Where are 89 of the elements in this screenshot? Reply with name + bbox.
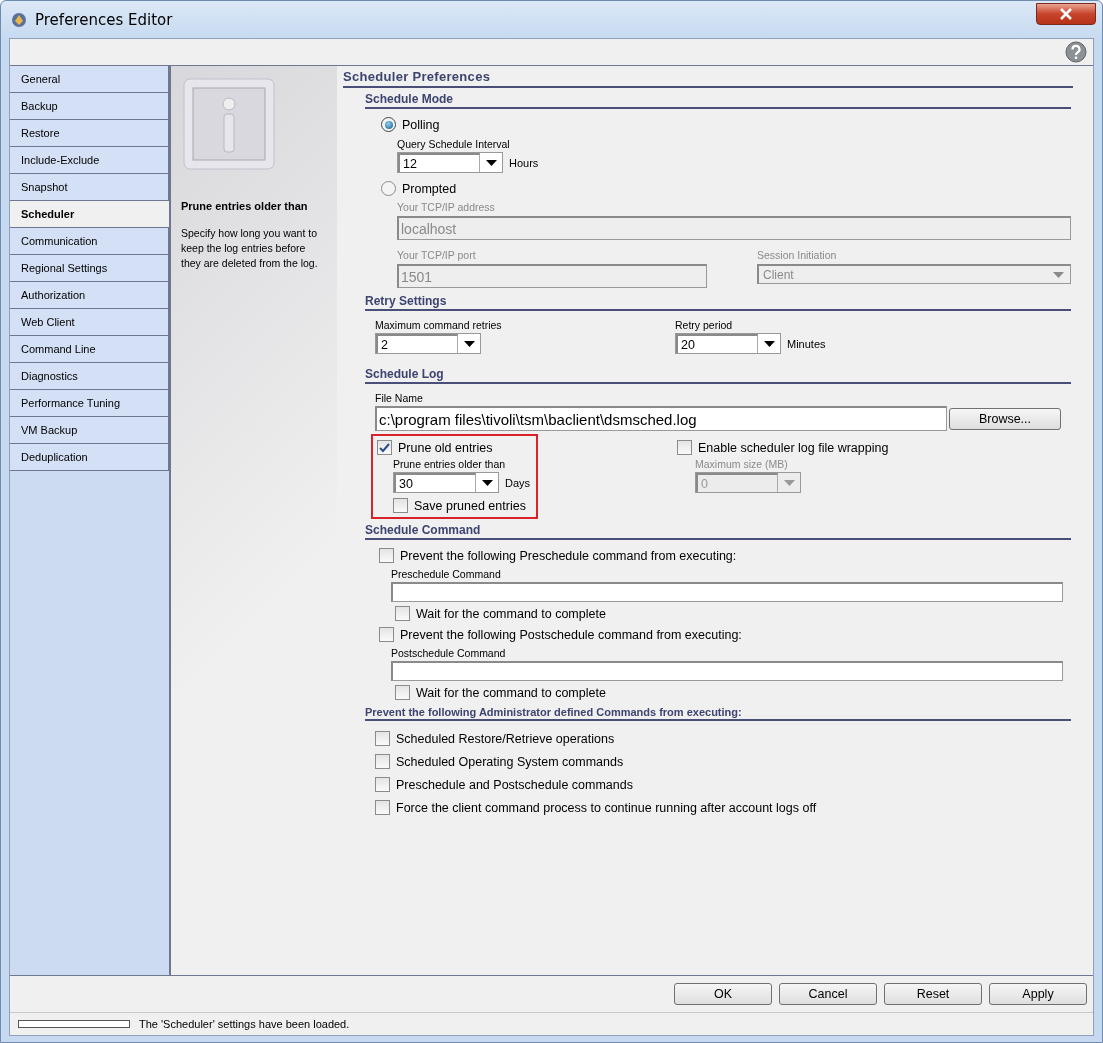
page-title: Scheduler Preferences — [343, 68, 1073, 88]
field-label: File Name — [375, 392, 424, 404]
dropdown[interactable]: 30 — [393, 472, 499, 493]
dialog-button[interactable]: Reset — [884, 983, 982, 1005]
checkbox[interactable] — [393, 498, 408, 513]
dialog-button[interactable]: Apply — [989, 983, 1087, 1005]
sidebar-tab[interactable]: Include-Exclude — [10, 147, 169, 174]
sidebar-tab[interactable]: General — [10, 66, 169, 93]
radio-label: Prompted — [402, 181, 457, 196]
sidebar-tab[interactable]: Snapshot — [10, 174, 169, 201]
section-heading: Schedule Command — [365, 519, 1071, 540]
checkbox-label: Prevent the following Preschedule command from executing: — [400, 548, 737, 563]
section-heading: Schedule Log — [365, 363, 1071, 384]
field-label: Your TCP/IP address — [397, 201, 496, 213]
checkbox-label: Scheduled Operating System commands — [396, 754, 624, 769]
radio-button[interactable] — [381, 181, 396, 196]
dialog-button[interactable]: OK — [674, 983, 772, 1005]
field-label: Session Initiation — [757, 249, 838, 261]
caret-icon — [485, 159, 497, 166]
dialog-button[interactable]: Cancel — [779, 983, 877, 1005]
checkbox-label: Scheduled Restore/Retrieve operations — [396, 731, 615, 746]
sidebar-tab[interactable]: Backup — [10, 93, 169, 120]
checkbox[interactable] — [375, 731, 390, 746]
caret-icon — [1053, 271, 1064, 278]
field-label: Query Schedule Interval — [397, 138, 511, 150]
checkbox-label: Prevent the following Postschedule command from executing: — [400, 627, 742, 642]
input-field[interactable] — [391, 582, 1063, 602]
sidebar-tab[interactable]: Diagnostics — [10, 363, 169, 390]
sidebar-tab[interactable]: Restore — [10, 120, 169, 147]
radio-button[interactable] — [381, 117, 396, 132]
app-icon — [11, 11, 27, 28]
section-heading: Retry Settings — [365, 290, 1071, 311]
input-field[interactable]: c:\program files\tivoli\tsm\baclient\dsmsched.log — [375, 406, 947, 431]
radio-label: Polling — [402, 117, 440, 132]
caret-icon — [763, 340, 775, 347]
checkbox[interactable] — [375, 754, 390, 769]
checkbox-label: Prune old entries — [398, 440, 493, 455]
field-label: Prune entries older than — [393, 458, 507, 470]
help-icon[interactable] — [1065, 41, 1087, 63]
checkbox-label: Wait for the command to complete — [416, 606, 606, 621]
sidebar-tab[interactable]: Web Client — [10, 309, 169, 336]
unit-label: Days — [505, 476, 531, 489]
sidebar-tab[interactable]: VM Backup — [10, 417, 169, 444]
sidebar-tab[interactable]: Deduplication — [10, 444, 169, 471]
sidebar-tab[interactable]: Authorization — [10, 282, 169, 309]
checkbox-label: Preschedule and Postschedule commands — [396, 777, 633, 792]
dropdown[interactable]: 20 — [675, 333, 781, 354]
status-text: The 'Scheduler' settings have been loaded. — [139, 1018, 350, 1030]
sidebar-tab[interactable]: Communication — [10, 228, 169, 255]
field-label: Retry period — [675, 319, 734, 331]
checkbox[interactable] — [377, 440, 392, 455]
field-label: Maximum command retries — [375, 319, 503, 331]
sidebar-tab[interactable]: Scheduler — [10, 201, 169, 228]
field-label: Postschedule Command — [391, 647, 507, 659]
sidebar-tab[interactable]: Performance Tuning — [10, 390, 169, 417]
field-label: Maximum size (MB) — [695, 458, 789, 470]
checkbox-label: Enable scheduler log file wrapping — [698, 440, 889, 455]
caret-icon — [463, 340, 475, 347]
input-field[interactable] — [391, 661, 1063, 681]
dropdown[interactable]: 2 — [375, 333, 481, 354]
sidebar-tab[interactable]: Regional Settings — [10, 255, 169, 282]
unit-label: Minutes — [787, 337, 826, 350]
browse-button[interactable]: Browse... — [949, 407, 1061, 430]
sidebar-tab[interactable]: Command Line — [10, 336, 169, 363]
info-icon — [183, 78, 275, 170]
checkmark-icon — [379, 442, 390, 453]
checkbox-label: Save pruned entries — [414, 498, 526, 513]
window-title: Preferences Editor — [35, 10, 174, 29]
caret-icon — [783, 479, 795, 486]
checkbox[interactable] — [375, 800, 390, 815]
unit-label: Hours — [509, 156, 539, 169]
help-heading: Prune entries older than — [181, 200, 309, 212]
checkbox[interactable] — [395, 685, 410, 700]
dropdown[interactable]: 12 — [397, 152, 503, 173]
section-heading: Prevent the following Administrator defined Commands from executing: — [365, 702, 1071, 721]
close-button[interactable] — [1036, 2, 1096, 25]
close-icon — [1059, 7, 1073, 20]
field-label: Your TCP/IP port — [397, 249, 477, 261]
checkbox[interactable] — [375, 777, 390, 792]
checkbox[interactable] — [677, 440, 692, 455]
field-label: Preschedule Command — [391, 568, 502, 580]
checkbox-label: Force the client command process to continue running after account logs off — [396, 800, 817, 815]
checkbox[interactable] — [379, 548, 394, 563]
checkbox[interactable] — [379, 627, 394, 642]
caret-icon — [481, 479, 493, 486]
checkbox-label: Wait for the command to complete — [416, 685, 606, 700]
section-heading: Schedule Mode — [365, 88, 1071, 109]
help-text: Specify how long you want to keep the log entries before they are deleted from the log. — [181, 226, 319, 271]
checkbox[interactable] — [395, 606, 410, 621]
